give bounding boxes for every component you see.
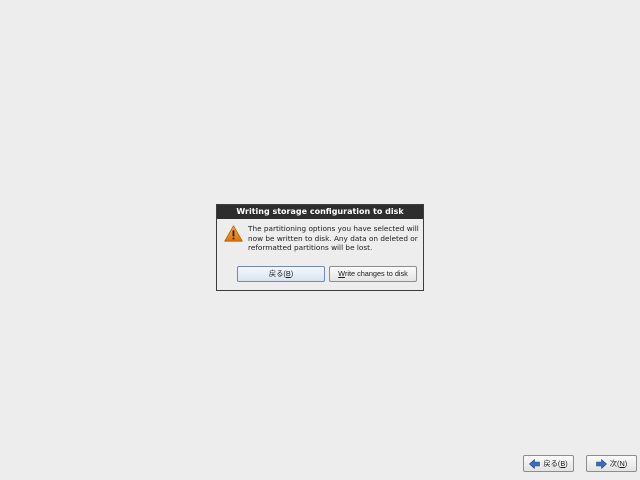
dialog-title: Writing storage configuration to disk	[217, 205, 423, 219]
next-suffix: )	[624, 458, 628, 468]
write-changes-button[interactable]: Write changes to disk	[329, 266, 417, 282]
next-prefix: 次(	[609, 458, 620, 468]
write-storage-dialog: Writing storage configuration to disk Th…	[216, 204, 424, 291]
warning-icon	[224, 225, 243, 242]
dialog-body: The partitioning options you have select…	[217, 219, 423, 291]
back-prefix: 戻る(	[543, 458, 561, 468]
back-button[interactable]: 戻る(B)	[523, 455, 574, 472]
back-suffix: )	[565, 458, 568, 468]
write-changes-label: rite changes to disk	[344, 269, 408, 278]
next-button[interactable]: 次(N)	[586, 455, 637, 472]
dialog-back-prefix: 戻る(	[268, 269, 286, 278]
arrow-right-icon	[595, 458, 607, 469]
dialog-message: The partitioning options you have select…	[248, 224, 419, 253]
dialog-back-button[interactable]: 戻る(B)	[237, 266, 325, 282]
write-changes-mnemonic: W	[338, 269, 345, 278]
arrow-left-icon	[529, 458, 541, 469]
dialog-back-suffix: )	[290, 269, 294, 278]
